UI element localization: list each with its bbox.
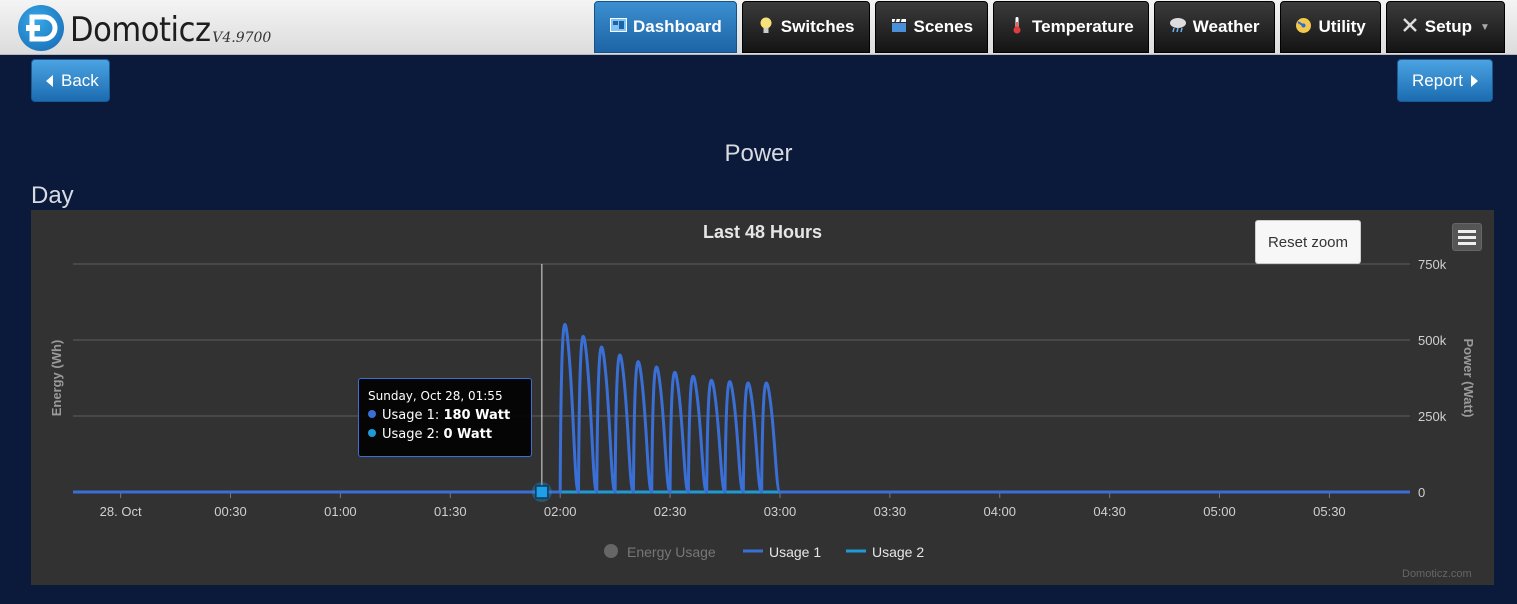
tooltip-series-name: Usage 2 <box>382 427 435 442</box>
power-chart[interactable]: 0 250k 500k 750k 28. Oct 00:30 01:00 01:30 02:00… <box>0 0 1517 604</box>
x-tick-label: 28. Oct <box>100 504 142 519</box>
tooltip-row: Usage 1: 180 Watt <box>368 406 522 425</box>
y-axis-title-right: Power (Watt) <box>1461 339 1476 418</box>
chart-tooltip: Sunday, Oct 28, 01:55 Usage 1: 180 Watt … <box>358 378 532 457</box>
x-tick-label: 05:30 <box>1313 504 1346 519</box>
x-tick-label: 00:30 <box>214 504 247 519</box>
tooltip-series-value: 180 Watt <box>443 408 511 423</box>
tooltip-series-name: Usage 1 <box>382 408 435 423</box>
x-tick-label: 01:00 <box>324 504 357 519</box>
x-tick-label: 02:00 <box>544 504 577 519</box>
tooltip-row: Usage 2: 0 Watt <box>368 425 522 444</box>
y-tick-label: 750k <box>1418 257 1447 272</box>
x-tick-label: 04:30 <box>1093 504 1126 519</box>
x-tick-label: 02:30 <box>654 504 687 519</box>
y-tick-label: 500k <box>1418 333 1447 348</box>
x-tick-label: 03:00 <box>764 504 797 519</box>
credit-link[interactable]: Domoticz.com <box>1402 568 1472 580</box>
legend-marker <box>604 544 618 558</box>
series-dot-icon <box>368 410 376 418</box>
reset-zoom-button[interactable]: Reset zoom <box>1255 220 1361 264</box>
tooltip-date: Sunday, Oct 28, 01:55 <box>368 389 503 403</box>
chart-menu-icon[interactable] <box>1452 223 1482 251</box>
legend-label: Usage 1 <box>769 544 821 560</box>
x-tick-label: 05:00 <box>1203 504 1236 519</box>
series-usage-1-line <box>73 323 1410 494</box>
legend-label: Usage 2 <box>872 544 924 560</box>
tooltip-series-value: 0 Watt <box>443 427 493 442</box>
y-tick-label: 250k <box>1418 409 1447 424</box>
series-dot-icon <box>368 429 376 437</box>
x-tick-label: 03:30 <box>874 504 907 519</box>
legend-label: Energy Usage <box>627 544 716 560</box>
y-tick-label: 0 <box>1418 485 1425 500</box>
x-tick-label: 04:00 <box>983 504 1016 519</box>
hover-marker <box>535 485 549 499</box>
x-tick-label: 01:30 <box>434 504 467 519</box>
y-axis-title-left: Energy (Wh) <box>49 340 64 417</box>
